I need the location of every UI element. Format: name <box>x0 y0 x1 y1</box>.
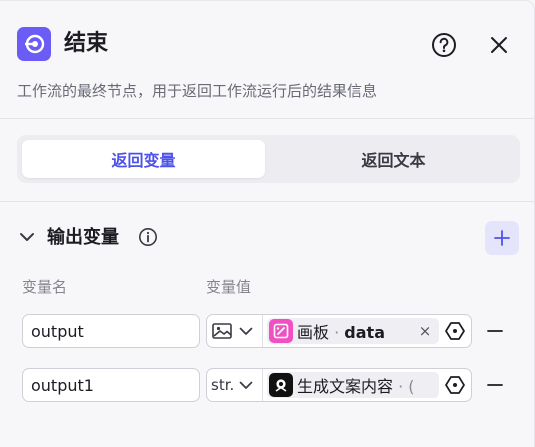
generate-node-icon <box>269 373 293 397</box>
add-variable-button[interactable] <box>485 221 519 255</box>
section-divider <box>0 201 535 202</box>
tab-return-text[interactable]: 返回文本 <box>272 140 515 178</box>
minus-icon <box>487 330 503 332</box>
remove-variable-button[interactable] <box>482 372 508 398</box>
column-header-value: 变量值 <box>206 278 252 296</box>
reference-label: 画板 · data <box>297 323 385 342</box>
chevron-down-icon <box>237 376 255 394</box>
chevron-down-icon[interactable] <box>17 227 37 247</box>
close-icon[interactable] <box>485 31 513 59</box>
type-select[interactable]: str. <box>207 369 263 401</box>
node-description: 工作流的最终节点，用于返回工作流运行后的结果信息 <box>17 82 378 100</box>
node-title: 结束 <box>64 31 109 56</box>
tag-close-icon[interactable]: × <box>415 321 435 341</box>
plus-icon <box>494 230 510 246</box>
remove-variable-button[interactable] <box>482 318 508 344</box>
end-node-icon <box>17 27 51 61</box>
reference-tag[interactable]: 生成文案内容 · ( <box>267 372 439 398</box>
variable-reference-icon[interactable] <box>443 373 467 397</box>
output-section-title: 输出变量 <box>47 227 119 248</box>
canvas-node-icon <box>269 319 293 343</box>
chevron-down-icon <box>237 322 255 340</box>
tab-return-variables[interactable]: 返回变量 <box>22 140 265 178</box>
variable-name-input[interactable] <box>22 314 200 348</box>
panel-header: 结束 工作流的最终节点，用于返回工作流运行后的结果信息 <box>0 1 535 119</box>
return-mode-switch: 返回变量 返回文本 <box>17 135 520 183</box>
variable-name-input[interactable] <box>22 368 200 402</box>
column-header-name: 变量名 <box>22 278 68 296</box>
type-select[interactable] <box>207 315 263 347</box>
variable-reference-icon[interactable] <box>443 319 467 343</box>
header-divider <box>0 118 535 119</box>
reference-label: 生成文案内容 · ( <box>297 377 415 396</box>
reference-tag[interactable]: 画板 · data × <box>267 318 439 344</box>
type-label: str. <box>211 376 235 394</box>
image-type-icon <box>211 321 233 341</box>
end-node-panel: 结束 工作流的最终节点，用于返回工作流运行后的结果信息 返回变量 返回文本 输出… <box>0 0 535 447</box>
help-circle-icon[interactable] <box>430 31 458 59</box>
variable-value-field: str. 生成文案内容 · ( <box>206 368 472 402</box>
info-icon[interactable] <box>138 227 158 247</box>
minus-icon <box>487 384 503 386</box>
variable-value-field: 画板 · data × <box>206 314 472 348</box>
